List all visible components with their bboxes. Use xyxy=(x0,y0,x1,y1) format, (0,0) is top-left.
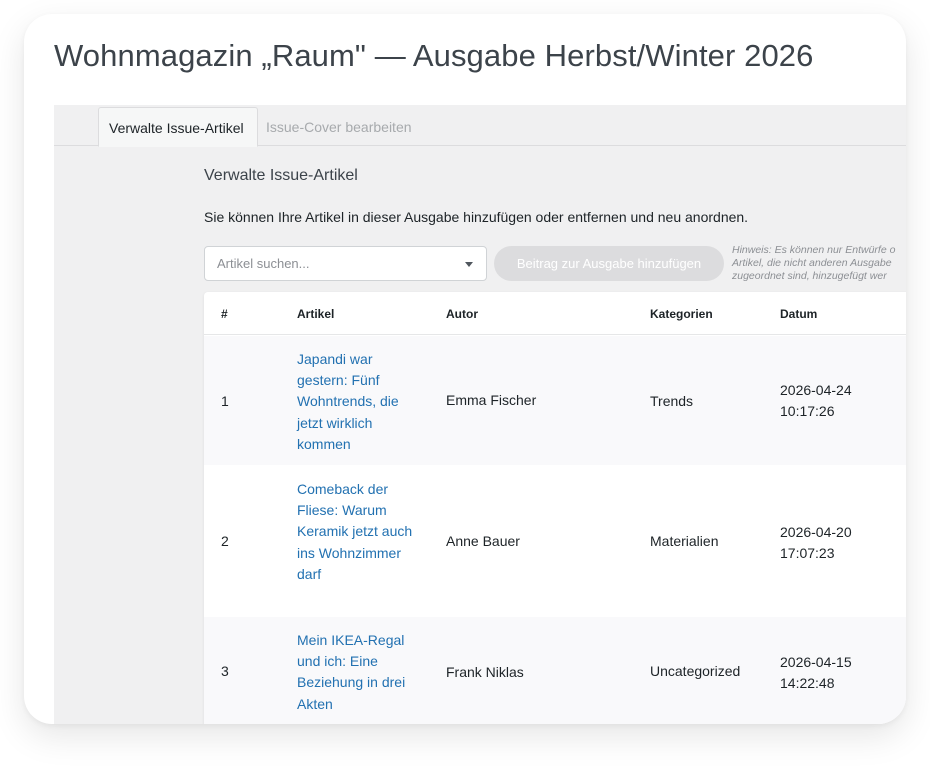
page-title: Wohnmagazin „Raum" — Ausgabe Herbst/Wint… xyxy=(54,38,814,73)
article-category: Materialien xyxy=(650,533,719,549)
time-value: 10:17:26 xyxy=(780,403,835,419)
article-title-link[interactable]: Mein IKEA-Regal und ich: Eine Beziehung … xyxy=(297,630,417,715)
row-number: 1 xyxy=(221,393,229,409)
article-date: 2026-04-15 14:22:48 xyxy=(780,652,880,694)
table-header: # Artikel Autor Kategorien Datum xyxy=(204,292,906,335)
header-article[interactable]: Artikel xyxy=(297,307,334,321)
header-date[interactable]: Datum xyxy=(780,307,817,321)
tab-bar: Verwalte Issue-Artikel Issue-Cover bearb… xyxy=(54,105,906,147)
time-value: 17:07:23 xyxy=(780,545,835,561)
issue-panel: Verwalte Issue-Artikel Issue-Cover bearb… xyxy=(54,105,906,724)
article-author: Emma Fischer xyxy=(446,392,537,408)
hint-text: Hinweis: Es können nur Entwürfe o Artike… xyxy=(732,244,906,283)
hint-line: Hinweis: Es können nur Entwürfe o xyxy=(732,244,896,256)
article-author: Frank Niklas xyxy=(446,664,524,680)
section-description: Sie können Ihre Artikel in dieser Ausgab… xyxy=(204,209,749,225)
hint-line: zugeordnet sind, hinzugefügt wer xyxy=(732,270,887,282)
article-title-link[interactable]: Japandi war gestern: Fünf Wohntrends, di… xyxy=(297,349,417,455)
article-title-link[interactable]: Comeback der Fliese: Warum Keramik jetzt… xyxy=(297,479,417,585)
articles-table: # Artikel Autor Kategorien Datum 1 Japan… xyxy=(204,292,906,724)
article-category: Trends xyxy=(650,393,694,409)
article-date: 2026-04-24 10:17:26 xyxy=(780,380,880,422)
row-number: 3 xyxy=(221,663,229,679)
date-value: 2026-04-24 xyxy=(780,382,852,398)
chevron-down-icon xyxy=(465,262,473,267)
window-card: Wohnmagazin „Raum" — Ausgabe Herbst/Wint… xyxy=(24,14,906,724)
header-number: # xyxy=(221,307,228,321)
header-categories[interactable]: Kategorien xyxy=(650,307,713,321)
section-title: Verwalte Issue-Artikel xyxy=(204,167,358,184)
header-author[interactable]: Autor xyxy=(446,307,478,321)
time-value: 14:22:48 xyxy=(780,675,835,691)
tab-edit-cover[interactable]: Issue-Cover bearbeiten xyxy=(256,107,422,147)
row-number: 2 xyxy=(221,533,229,549)
table-row[interactable]: 3 Mein IKEA-Regal und ich: Eine Beziehun… xyxy=(204,617,906,724)
article-date: 2026-04-20 17:07:23 xyxy=(780,522,880,564)
date-value: 2026-04-15 xyxy=(780,654,852,670)
table-row[interactable]: 2 Comeback der Fliese: Warum Keramik jet… xyxy=(204,466,906,617)
hint-line: Artikel, die nicht anderen Ausgabe xyxy=(732,257,892,269)
article-search-select[interactable]: Artikel suchen... xyxy=(204,246,487,281)
article-category: Uncategorized xyxy=(650,663,741,679)
article-author: Anne Bauer xyxy=(446,533,520,549)
add-to-issue-button[interactable]: Beitrag zur Ausgabe hinzufügen xyxy=(494,246,724,281)
date-value: 2026-04-20 xyxy=(780,524,852,540)
search-placeholder: Artikel suchen... xyxy=(217,256,310,271)
tab-manage-articles[interactable]: Verwalte Issue-Artikel xyxy=(98,107,258,147)
table-row[interactable]: 1 Japandi war gestern: Fünf Wohntrends, … xyxy=(204,336,906,466)
